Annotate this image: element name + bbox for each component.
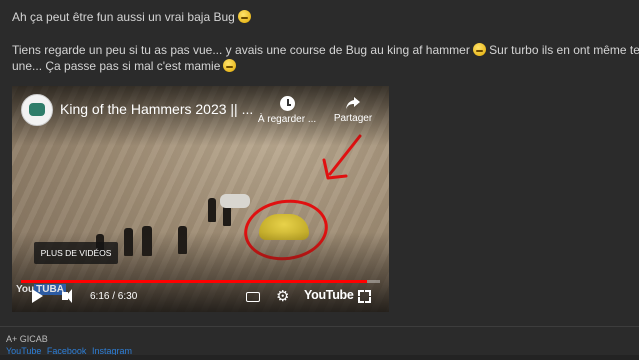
forum-post: Ah ça peut être fun aussi un vrai baja B… [12,6,639,74]
white-vehicle [220,194,250,208]
youtube-logo[interactable]: YouTube [304,288,354,302]
progress-fill [21,280,368,283]
player-controls: You TUBA 6:16 / 6:30 ⚙ YouTube [12,284,389,312]
share-label: Partager [333,113,373,124]
gear-icon[interactable]: ⚙ [276,289,289,304]
progress-bar[interactable] [21,280,380,283]
post-line-3: une... Ça passe pas si mal c'est mamie [12,58,632,74]
youtube-embed[interactable]: King of the Hammers 2023 || ... À regard… [12,86,389,312]
clock-icon [279,96,295,111]
post-line-2: Tiens regarde un peu si tu as pas vue...… [12,43,639,57]
signature-text: A+ GICAB [6,334,48,344]
video-title[interactable]: King of the Hammers 2023 || ... [60,101,253,117]
post-line-1: Ah ça peut être fun aussi un vrai baja B… [12,9,632,25]
smirk-emoji-icon [472,43,486,56]
share-icon [346,97,360,109]
play-icon[interactable] [32,289,43,303]
time-display: 6:16 / 6:30 [90,291,138,302]
watch-later-button[interactable]: À regarder ... [255,96,319,125]
volume-icon[interactable] [62,289,72,303]
watch-later-label: À regarder ... [257,114,317,125]
post-bottom-divider [0,355,639,360]
laugh-emoji-icon [223,59,237,72]
fullscreen-icon[interactable] [358,290,371,303]
channel-avatar[interactable] [21,94,53,126]
signature-divider [0,326,639,327]
more-videos-button[interactable]: PLUS DE VIDÉOS [34,242,118,264]
subtitles-icon[interactable] [246,292,260,302]
share-button[interactable]: Partager [328,96,378,124]
grin-emoji-icon [237,10,251,23]
